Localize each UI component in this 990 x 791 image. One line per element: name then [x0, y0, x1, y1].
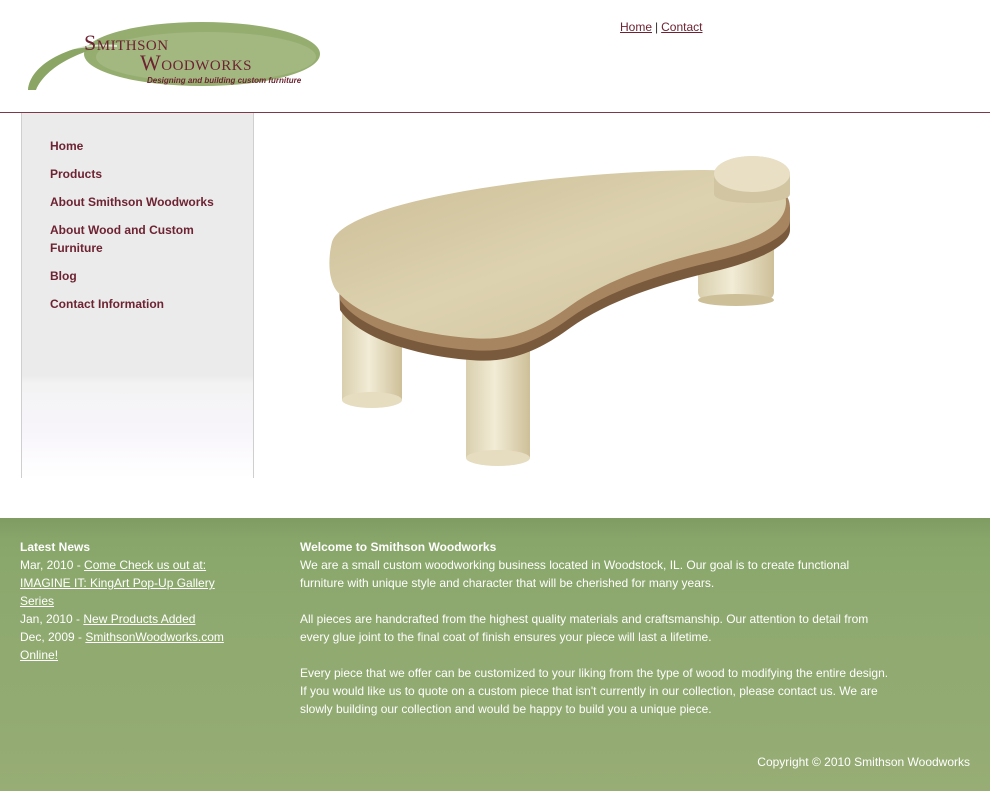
welcome-paragraph: All pieces are handcrafted from the high…	[300, 612, 869, 644]
logo-tagline: Designing and building custom furniture	[147, 76, 302, 85]
news-date: Jan, 2010 -	[20, 612, 84, 626]
sidebar-nav: Home Products About Smithson Woodworks A…	[50, 137, 230, 323]
top-nav-contact-link[interactable]: Contact	[661, 20, 702, 34]
sidebar-item-contact: Contact Information	[50, 295, 230, 313]
footer-band: Latest News Mar, 2010 - Come Check us ou…	[0, 518, 990, 791]
sidebar-link-products[interactable]: Products	[50, 167, 102, 181]
latest-news: Latest News Mar, 2010 - Come Check us ou…	[20, 538, 240, 664]
top-nav-separator: |	[655, 20, 659, 34]
welcome-section: Welcome to Smithson Woodworks We are a s…	[300, 538, 890, 736]
sidebar-item-products: Products	[50, 165, 230, 183]
sidebar-link-contact[interactable]: Contact Information	[50, 297, 164, 311]
sidebar-link-home[interactable]: Home	[50, 139, 83, 153]
news-item: Jan, 2010 - New Products Added	[20, 610, 240, 628]
copyright-notice: Copyright © 2010 Smithson Woodworks	[757, 755, 970, 769]
logo-word-woodworks: Woodworks	[140, 50, 252, 75]
top-nav-home-link[interactable]: Home	[620, 20, 652, 34]
logo[interactable]: Smithson Woodworks Designing and buildin…	[22, 20, 322, 94]
sidebar-link-about-smithson[interactable]: About Smithson Woodworks	[50, 195, 214, 209]
news-date: Mar, 2010 -	[20, 558, 85, 572]
header: Smithson Woodworks Designing and buildin…	[0, 0, 990, 113]
latest-news-heading: Latest News	[20, 540, 91, 554]
sidebar-item-blog: Blog	[50, 267, 230, 285]
welcome-paragraph: We are a small custom woodworking busine…	[300, 558, 850, 590]
welcome-paragraph: Every piece that we offer can be customi…	[300, 666, 889, 716]
news-link[interactable]: New Products Added	[83, 612, 195, 626]
news-item: Dec, 2009 - SmithsonWoodworks.com Online…	[20, 628, 240, 664]
sidebar-link-about-wood[interactable]: About Wood and Custom Furniture	[50, 223, 194, 255]
coffee-table-illustration	[329, 156, 790, 466]
sidebar-item-about-smithson: About Smithson Woodworks	[50, 193, 230, 211]
sidebar-item-about-wood: About Wood and Custom Furniture	[50, 221, 230, 257]
hero-table-image	[320, 150, 800, 470]
top-nav: Home | Contact	[620, 20, 703, 34]
news-item: Mar, 2010 - Come Check us out at: IMAGIN…	[20, 556, 240, 610]
sidebar: Home Products About Smithson Woodworks A…	[21, 113, 254, 478]
welcome-heading: Welcome to Smithson Woodworks	[300, 540, 497, 554]
news-date: Dec, 2009 -	[20, 630, 86, 644]
sidebar-item-home: Home	[50, 137, 230, 155]
sidebar-link-blog[interactable]: Blog	[50, 269, 77, 283]
